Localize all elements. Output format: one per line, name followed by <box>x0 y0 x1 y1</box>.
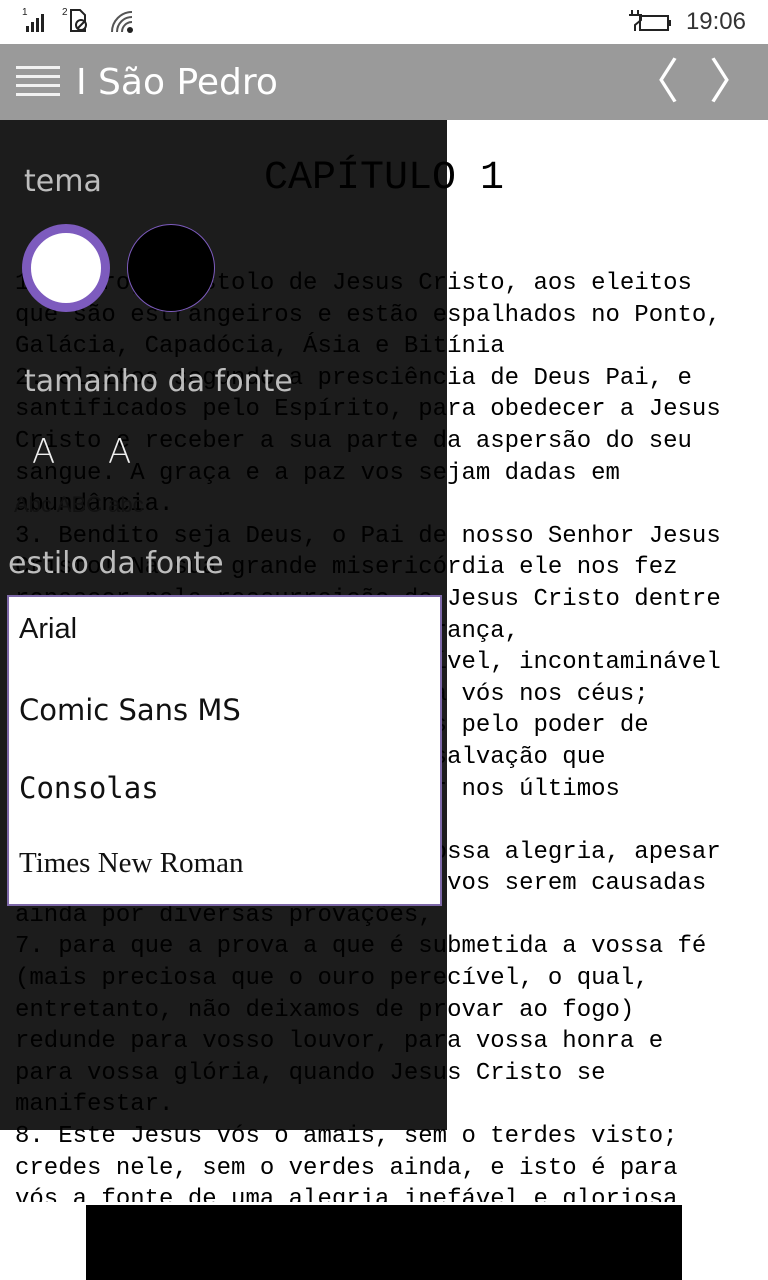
font-style-label: estilo da fonte <box>8 546 224 581</box>
signal-icon: 1 <box>22 7 44 32</box>
hamburger-icon[interactable] <box>16 66 60 100</box>
battery-charging-icon <box>629 10 671 31</box>
theme-label: tema <box>24 164 102 199</box>
increase-font-button[interactable]: A <box>108 432 131 472</box>
clock: 19:06 <box>685 8 746 35</box>
font-option-arial[interactable]: Arial <box>19 613 77 646</box>
verse-line: vós a fonte de uma alegria inefável e gl… <box>15 1186 678 1202</box>
font-style-dropdown[interactable]: Arial Comic Sans MS Consolas Times New R… <box>7 595 442 906</box>
status-bar: 1 2 19:06 <box>0 0 768 44</box>
theme-dark-option[interactable] <box>127 224 215 312</box>
settings-panel: tema tamanho da fonte A A Abc ABC abc es… <box>0 120 447 1130</box>
app-bar: I São Pedro 〈 〉 <box>0 44 768 120</box>
font-preview: Abc ABC abc <box>14 492 144 517</box>
sim-no-icon: 2 <box>62 7 87 32</box>
font-option-comic-sans[interactable]: Comic Sans MS <box>19 693 241 727</box>
wifi-icon <box>111 11 133 33</box>
font-option-consolas[interactable]: Consolas <box>19 771 159 805</box>
ad-banner[interactable] <box>86 1205 682 1280</box>
chevron-left-icon[interactable]: 〈 <box>630 54 680 110</box>
decrease-font-button[interactable]: A <box>32 432 55 472</box>
theme-light-option[interactable] <box>22 224 110 312</box>
chevron-right-icon[interactable]: 〉 <box>708 54 758 110</box>
svg-text:2: 2 <box>62 7 68 18</box>
font-option-times[interactable]: Times New Roman <box>19 847 244 880</box>
verse-line: credes nele, sem o verdes ainda, e isto … <box>15 1154 678 1182</box>
font-size-label: tamanho da fonte <box>24 364 293 399</box>
page-title: I São Pedro <box>76 62 278 103</box>
svg-text:1: 1 <box>22 7 28 18</box>
